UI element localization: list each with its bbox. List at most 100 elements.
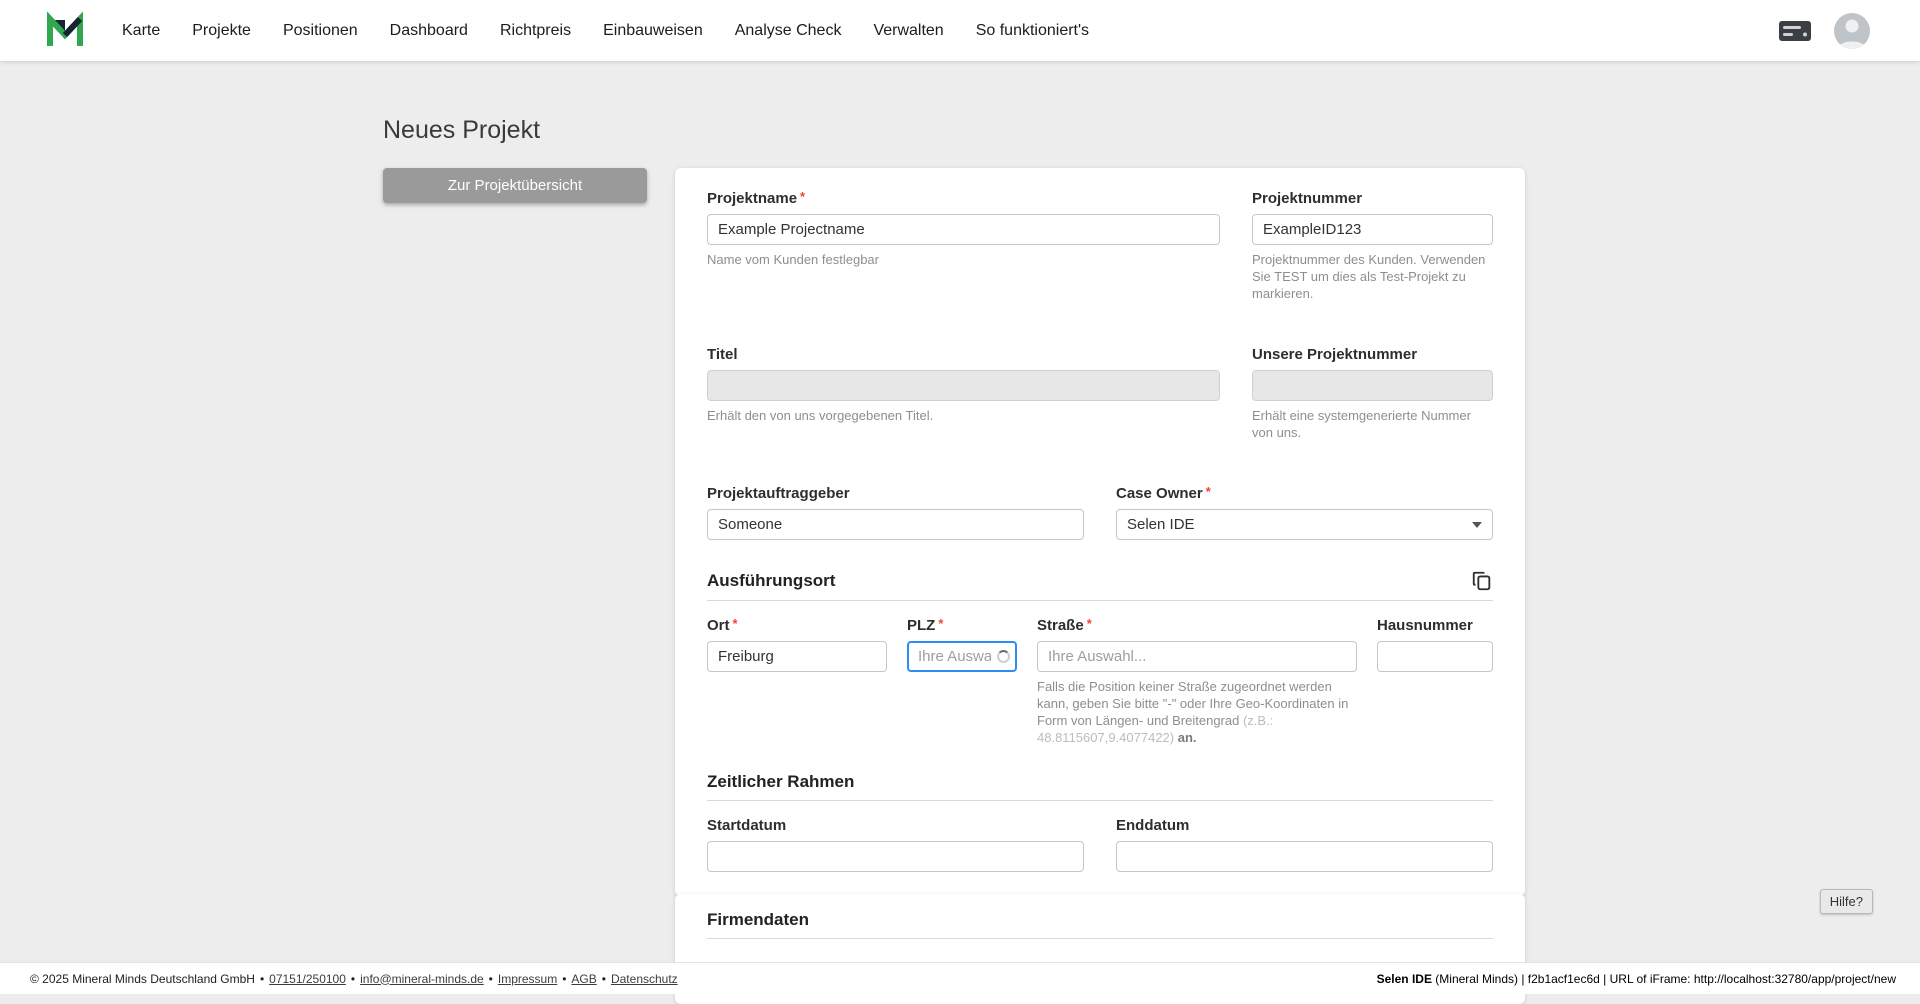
ausfuehrungsort-heading: Ausführungsort <box>707 571 836 590</box>
hausnummer-input[interactable] <box>1377 641 1493 672</box>
screen: Karte Projekte Positionen Dashboard Rich… <box>0 0 1920 1004</box>
row-address: Ort* PLZ* Straße* Falls die Position kei… <box>707 616 1493 746</box>
zeitlicher-rahmen-section-header: Zeitlicher Rahmen <box>707 772 1493 801</box>
email-link[interactable]: info@mineral-minds.de <box>360 972 484 986</box>
impressum-link[interactable]: Impressum <box>498 972 557 986</box>
nav-item-dashboard[interactable]: Dashboard <box>388 16 470 46</box>
unsere-projektnummer-label: Unsere Projektnummer <box>1252 346 1418 363</box>
plz-input-wrap <box>907 641 1017 672</box>
required-asterisk: * <box>1205 484 1211 499</box>
nav-item-einbauweisen[interactable]: Einbauweisen <box>601 16 705 46</box>
project-overview-button[interactable]: Zur Projektübersicht <box>383 168 647 203</box>
user-avatar[interactable] <box>1834 12 1870 49</box>
strasse-input[interactable] <box>1037 641 1357 672</box>
case-owner-field: Case Owner * Selen IDE <box>1116 484 1493 540</box>
footer: © 2025 Mineral Minds Deutschland GmbH • … <box>0 962 1920 994</box>
firmendaten-heading: Firmendaten <box>707 910 810 929</box>
separator: • <box>350 971 356 986</box>
nav-item-projekte[interactable]: Projekte <box>190 16 253 46</box>
titel-field: Titel Erhält den von uns vorgegebenen Ti… <box>707 346 1220 441</box>
copy-address-button[interactable] <box>1471 570 1493 592</box>
chevron-down-icon <box>1472 521 1482 528</box>
loading-spinner-icon <box>997 649 1010 663</box>
case-owner-label: Case Owner * <box>1116 484 1211 502</box>
unsere-projektnummer-field: Unsere Projektnummer Erhält eine systemg… <box>1252 346 1493 441</box>
nav-item-verwalten[interactable]: Verwalten <box>871 16 945 46</box>
case-owner-select[interactable]: Selen IDE <box>1116 509 1493 540</box>
plz-field: PLZ * <box>907 616 1017 746</box>
projektname-helper: Name vom Kunden festlegbar <box>707 252 879 267</box>
required-asterisk: * <box>732 616 738 631</box>
footer-session-text: (Mineral Minds) | f2b1acf1ec6d | URL of … <box>1431 971 1896 986</box>
titel-helper: Erhält den von uns vorgegebenen Titel. <box>707 408 934 423</box>
nav-item-richtpreis[interactable]: Richtpreis <box>498 16 573 46</box>
separator: • <box>259 971 265 986</box>
main-navigation: Karte Projekte Positionen Dashboard Rich… <box>120 16 1091 46</box>
row-auftraggeber: Projektauftraggeber Case Owner* Selen ID… <box>707 484 1493 540</box>
required-asterisk: * <box>938 616 944 631</box>
phone-link[interactable]: 07151/250100 <box>269 972 346 986</box>
unsere-projektnummer-helper: Erhält eine systemgenerierte Nummer von … <box>1252 408 1471 440</box>
row-dates: Startdatum Enddatum <box>707 817 1493 872</box>
unsere-projektnummer-input <box>1252 370 1493 401</box>
firmendaten-section-header: Firmendaten <box>707 910 1493 939</box>
projektnummer-input[interactable] <box>1252 214 1493 245</box>
titel-input <box>707 370 1220 401</box>
case-owner-value: Selen IDE <box>1127 516 1195 533</box>
projektauftraggeber-input[interactable] <box>707 509 1084 540</box>
logo-m-icon <box>47 10 83 46</box>
zeitlicher-rahmen-heading: Zeitlicher Rahmen <box>707 772 855 791</box>
plz-label: PLZ * <box>907 616 944 634</box>
projektnummer-helper: Projektnummer des Kunden. Verwenden Sie … <box>1252 252 1486 301</box>
titel-label: Titel <box>707 346 738 363</box>
projektnummer-field: Projektnummer Projektnummer des Kunden. … <box>1252 190 1493 302</box>
footer-session-info: Selen IDE (Mineral Minds) | f2b1acf1ec6d… <box>1377 972 1896 986</box>
projektauftraggeber-label: Projektauftraggeber <box>707 485 850 502</box>
copy-icon <box>1472 571 1491 591</box>
navbar-right <box>1778 12 1870 49</box>
projektnummer-label: Projektnummer <box>1252 190 1363 207</box>
ort-label: Ort * <box>707 616 738 634</box>
separator: • <box>562 971 567 986</box>
new-project-form-card: Projektname* Name vom Kunden festlegbar … <box>675 168 1525 896</box>
separator: • <box>488 971 493 986</box>
help-button[interactable]: Hilfe? <box>1819 889 1873 914</box>
nav-item-positionen[interactable]: Positionen <box>281 16 360 46</box>
nav-item-karte[interactable]: Karte <box>120 16 162 46</box>
footer-left: © 2025 Mineral Minds Deutschland GmbH • … <box>30 972 678 986</box>
top-navbar: Karte Projekte Positionen Dashboard Rich… <box>0 0 1920 61</box>
required-asterisk: * <box>800 189 806 204</box>
separator: • <box>601 971 606 986</box>
nav-item-analyse-check[interactable]: Analyse Check <box>733 16 844 46</box>
strasse-helper: Falls die Position keiner Straße zugeord… <box>1037 679 1349 745</box>
enddatum-input[interactable] <box>1116 841 1493 872</box>
projektname-field: Projektname* Name vom Kunden festlegbar <box>707 189 1220 302</box>
row-titel: Titel Erhält den von uns vorgegebenen Ti… <box>707 346 1493 441</box>
nav-item-so-funktionierts[interactable]: So funktioniert's <box>974 16 1091 46</box>
server-icon[interactable] <box>1778 18 1814 44</box>
agb-link[interactable]: AGB <box>571 972 596 986</box>
startdatum-label: Startdatum <box>707 817 787 834</box>
ausfuehrungsort-section-header: Ausführungsort <box>707 570 1493 601</box>
mineral-minds-logo[interactable] <box>44 10 86 52</box>
startdatum-input[interactable] <box>707 841 1084 872</box>
ort-field: Ort * <box>707 616 887 746</box>
page-title: Neues Projekt <box>383 116 541 144</box>
footer-user: Selen IDE <box>1376 971 1432 986</box>
projektname-input[interactable] <box>707 214 1220 245</box>
ort-input[interactable] <box>707 641 887 672</box>
startdatum-field: Startdatum <box>707 817 1084 872</box>
projektauftraggeber-field: Projektauftraggeber <box>707 485 1084 540</box>
datenschutz-link[interactable]: Datenschutz <box>611 972 678 986</box>
strasse-label: Straße * <box>1037 616 1092 634</box>
projektname-label: Projektname * <box>707 189 806 207</box>
person-icon <box>1838 19 1866 49</box>
hausnummer-label: Hausnummer <box>1377 617 1473 634</box>
hausnummer-field: Hausnummer <box>1377 617 1493 746</box>
copyright-text: © 2025 Mineral Minds Deutschland GmbH <box>30 971 255 986</box>
required-asterisk: * <box>1086 616 1092 631</box>
enddatum-field: Enddatum <box>1116 817 1493 872</box>
strasse-field: Straße* Falls die Position keiner Straße… <box>1037 616 1357 746</box>
row-projektname: Projektname* Name vom Kunden festlegbar … <box>707 189 1493 302</box>
enddatum-label: Enddatum <box>1116 817 1190 834</box>
